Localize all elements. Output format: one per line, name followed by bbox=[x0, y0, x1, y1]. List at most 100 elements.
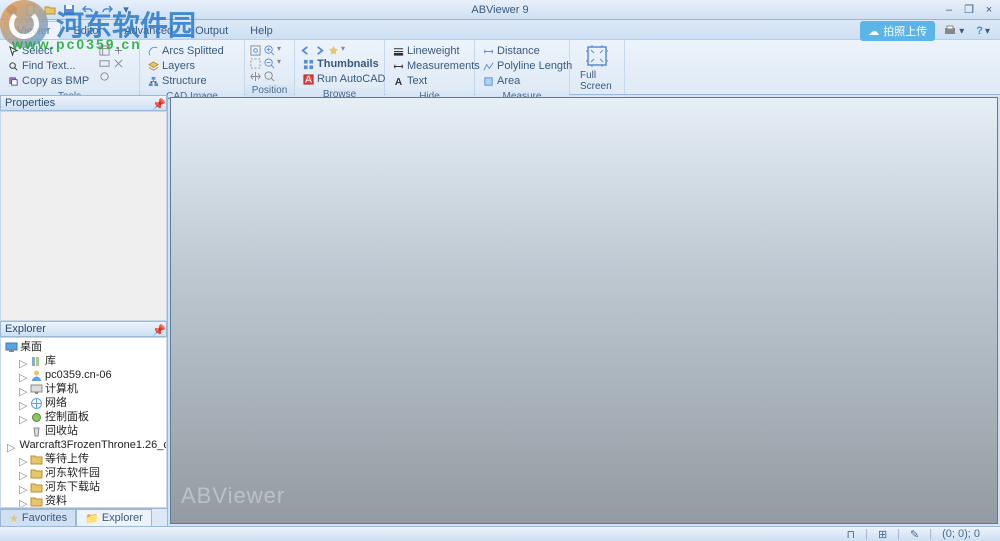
left-panel: Properties 📌 Explorer 📌 桌面 ▷库 ▷pc0359.cn… bbox=[0, 95, 168, 526]
run-autocad-button[interactable]: ARun AutoCAD bbox=[299, 72, 388, 86]
left-bottom-tabs: ★Favorites 📁Explorer bbox=[0, 508, 167, 526]
copy-bmp-tool[interactable]: Copy as BMP bbox=[4, 74, 92, 88]
user-icon bbox=[30, 369, 43, 382]
expand-icon[interactable]: ▷ bbox=[19, 413, 28, 422]
quick-access-toolbar: ▾ bbox=[0, 2, 134, 18]
expand-icon[interactable]: ▷ bbox=[19, 455, 28, 464]
ribbon-group-tools: Select Find Text... Copy as BMP Tools bbox=[0, 40, 140, 94]
tab-explorer[interactable]: 📁Explorer bbox=[76, 509, 152, 526]
zoom-window-icon[interactable] bbox=[249, 57, 261, 69]
ribbon-group-browse: ▾ Thumbnails ARun AutoCAD Browse bbox=[295, 40, 385, 94]
tree-item[interactable]: ▷等待上传 bbox=[3, 452, 164, 466]
status-icon-3[interactable]: ✎ bbox=[910, 528, 919, 541]
restore-button[interactable]: ❐ bbox=[962, 3, 976, 17]
tool-icon-2[interactable] bbox=[98, 57, 110, 69]
arcs-splitted[interactable]: Arcs Splitted bbox=[144, 44, 227, 58]
new-icon[interactable] bbox=[23, 2, 39, 18]
expand-icon[interactable]: ▷ bbox=[19, 371, 28, 380]
print-dropdown[interactable]: ▾ bbox=[939, 23, 968, 39]
favorite-icon[interactable] bbox=[327, 44, 339, 56]
lineweight-button[interactable]: Lineweight bbox=[389, 44, 483, 58]
tree-item[interactable]: ▷库 bbox=[3, 354, 164, 368]
expand-icon[interactable]: ▷ bbox=[19, 399, 28, 408]
properties-body bbox=[0, 111, 167, 321]
polyline-length-button[interactable]: Polyline Length bbox=[479, 59, 575, 73]
minimize-button[interactable]: – bbox=[942, 3, 956, 17]
open-icon[interactable] bbox=[42, 2, 58, 18]
tab-output[interactable]: Output bbox=[185, 22, 238, 39]
expand-icon[interactable]: ▷ bbox=[19, 483, 28, 492]
qat-dropdown-icon[interactable]: ▾ bbox=[118, 2, 134, 18]
tab-help[interactable]: Help bbox=[240, 22, 283, 39]
tool-icon-5[interactable] bbox=[112, 57, 124, 69]
tree-item[interactable]: ▷资料 bbox=[3, 494, 164, 508]
titlebar: ▾ ABViewer 9 – ❐ × bbox=[0, 0, 1000, 20]
tree-item[interactable]: ▷控制面板 bbox=[3, 410, 164, 424]
ribbon-group-measure: Distance Polyline Length Area Measure bbox=[475, 40, 570, 94]
tab-favorites[interactable]: ★Favorites bbox=[0, 509, 76, 526]
browse-dropdown-icon[interactable]: ▾ bbox=[341, 44, 345, 56]
area-button[interactable]: Area bbox=[479, 74, 575, 88]
pan-icon[interactable] bbox=[249, 70, 261, 82]
tree-item[interactable]: ▷Warcraft3FrozenThrone1.26_chs bbox=[3, 438, 164, 452]
thumbnails-button[interactable]: Thumbnails bbox=[299, 57, 388, 71]
distance-button[interactable]: Distance bbox=[479, 44, 575, 58]
tab-advanced[interactable]: Advanced bbox=[114, 22, 183, 39]
cloud-icon: ☁ bbox=[868, 25, 879, 38]
zoom-dropdown-icon[interactable]: ▾ bbox=[277, 44, 281, 56]
next-icon[interactable] bbox=[313, 44, 325, 56]
zoom-fit-icon[interactable] bbox=[249, 44, 261, 56]
zoom-dropdown-icon-2[interactable]: ▾ bbox=[277, 57, 281, 69]
zoom-prev-icon[interactable] bbox=[263, 70, 275, 82]
tool-icon-1[interactable] bbox=[98, 44, 110, 56]
tree-root-desktop[interactable]: 桌面 bbox=[3, 340, 164, 354]
structure-button[interactable]: Structure bbox=[144, 74, 227, 88]
select-tool[interactable]: Select bbox=[4, 44, 92, 58]
control-panel-icon bbox=[30, 411, 43, 424]
tree-item[interactable]: ▷pc0359.cn-06 bbox=[3, 368, 164, 382]
expand-icon[interactable]: ▷ bbox=[19, 357, 28, 366]
statusbar: ⊓ | ⊞ | ✎ | (0; 0); 0 bbox=[0, 526, 1000, 541]
close-button[interactable]: × bbox=[982, 3, 996, 17]
redo-icon[interactable] bbox=[99, 2, 115, 18]
status-icon-2[interactable]: ⊞ bbox=[878, 528, 887, 541]
drawing-canvas[interactable]: ABViewer bbox=[170, 97, 998, 524]
help-dropdown[interactable]: ?▾ bbox=[972, 23, 994, 39]
folder-icon bbox=[30, 481, 43, 494]
ribbon-group-cad-image: Arcs Splitted Layers Structure CAD Image bbox=[140, 40, 245, 94]
tree-item[interactable]: ▷回收站 bbox=[3, 424, 164, 438]
ribbon-group-hide: Lineweight Measurements AText Hide bbox=[385, 40, 475, 94]
undo-icon[interactable] bbox=[80, 2, 96, 18]
fullscreen-button[interactable]: Full Screen bbox=[574, 42, 620, 94]
upload-photo-button[interactable]: ☁ 拍照上传 bbox=[860, 21, 935, 41]
expand-icon[interactable]: ▷ bbox=[19, 469, 28, 478]
app-menu-icon[interactable] bbox=[4, 2, 20, 18]
tool-icon-3[interactable] bbox=[98, 70, 110, 82]
recycle-icon bbox=[30, 425, 43, 438]
tree-item[interactable]: ▷计算机 bbox=[3, 382, 164, 396]
properties-panel-header[interactable]: Properties 📌 bbox=[0, 95, 167, 111]
save-icon[interactable] bbox=[61, 2, 77, 18]
zoom-in-icon[interactable] bbox=[263, 44, 275, 56]
pin-icon[interactable]: 📌 bbox=[152, 98, 162, 108]
expand-icon[interactable]: ▷ bbox=[19, 497, 28, 506]
explorer-panel-header[interactable]: Explorer 📌 bbox=[0, 321, 167, 337]
tree-item[interactable]: ▷河东软件园 bbox=[3, 466, 164, 480]
expand-icon[interactable]: ▷ bbox=[7, 441, 15, 450]
text-button[interactable]: AText bbox=[389, 74, 483, 88]
folder-icon bbox=[30, 467, 43, 480]
prev-icon[interactable] bbox=[299, 44, 311, 56]
measurements-button[interactable]: Measurements bbox=[389, 59, 483, 73]
pin-icon[interactable]: 📌 bbox=[152, 324, 162, 334]
tree-item[interactable]: ▷河东下载站 bbox=[3, 480, 164, 494]
tool-icon-4[interactable] bbox=[112, 44, 124, 56]
layers-button[interactable]: Layers bbox=[144, 59, 227, 73]
tab-editor[interactable]: Editor bbox=[63, 22, 112, 39]
find-text-tool[interactable]: Find Text... bbox=[4, 59, 92, 73]
zoom-out-icon[interactable] bbox=[263, 57, 275, 69]
expand-icon[interactable]: ▷ bbox=[19, 385, 28, 394]
desktop-icon bbox=[5, 341, 18, 354]
status-icon-1[interactable]: ⊓ bbox=[846, 528, 855, 541]
tree-item[interactable]: ▷网络 bbox=[3, 396, 164, 410]
tab-viewer[interactable]: Viewer bbox=[6, 21, 61, 39]
